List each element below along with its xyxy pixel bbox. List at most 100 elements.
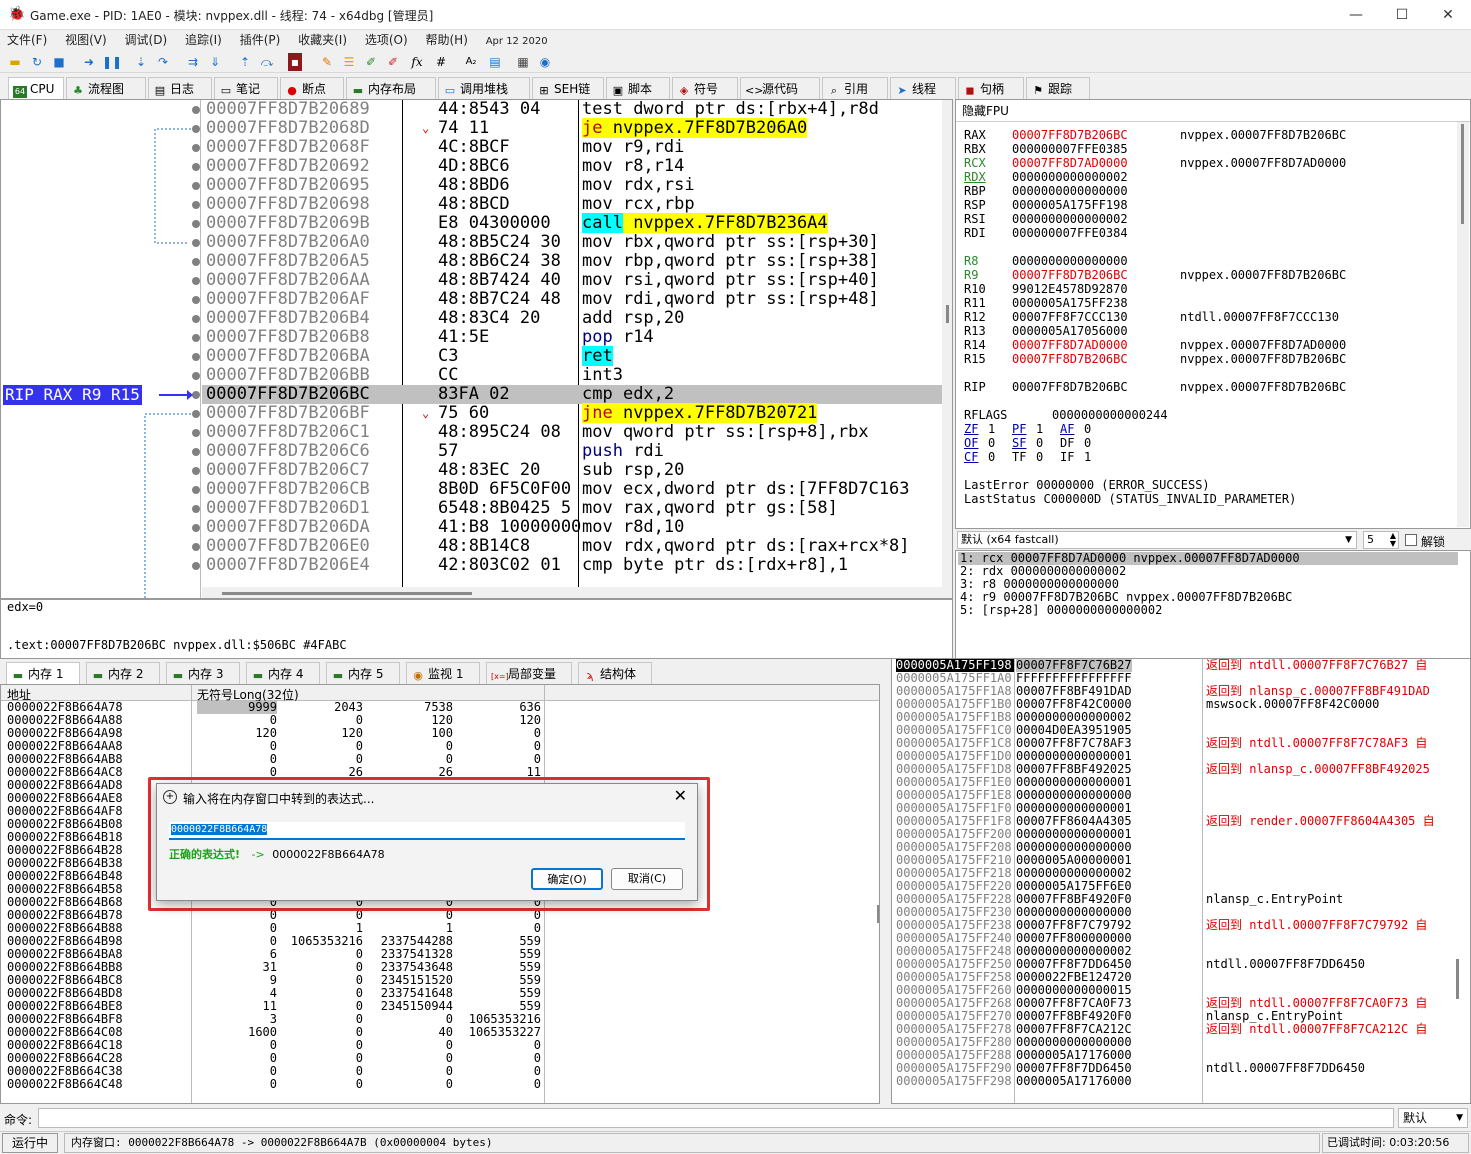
tab-memory-2[interactable]: ▬ 内存 2	[86, 662, 160, 684]
menu-trace[interactable]: 追踪(I)	[178, 30, 229, 50]
flag-name[interactable]: IF	[1060, 450, 1084, 464]
dump-row[interactable]: 0000022F8B664C28 0 0 0 0	[1, 1052, 879, 1065]
menu-favourites[interactable]: 收藏夹(I)	[291, 30, 354, 50]
stack-row[interactable]: 0000005A175FF210 0000005A00000001	[892, 854, 1470, 867]
tab-cpu[interactable]: 64 CPU	[8, 77, 64, 99]
disasm-row[interactable]: 00007FF8D7B206E4 42:803C02 01 cmp byte ptr…	[202, 556, 942, 575]
tab-source[interactable]: <>源代码	[740, 77, 820, 99]
dump-row[interactable]: 0000022F8B664BE8 11 0 2345150944 559	[1, 1000, 879, 1013]
calling-convention-select[interactable]: 默认 (x64 fastcall) ▼	[957, 531, 1357, 549]
comments-icon[interactable]: ☰	[340, 53, 358, 71]
dialog-close-button[interactable]: ✕	[674, 786, 687, 805]
stack-row[interactable]: 0000005A175FF248 0000000000000002	[892, 945, 1470, 958]
dump-row[interactable]: 0000022F8B664C48 0 0 0 0	[1, 1078, 879, 1091]
stack-row[interactable]: 0000005A175FF228 00007FF8BF4920F0 nlansp_c…	[892, 893, 1470, 906]
tab-references[interactable]: ⌕ 引用	[822, 77, 888, 99]
disasm-row[interactable]: 00007FF8D7B2068F 4C:8BCF mov r9,rdi	[202, 138, 942, 157]
step-over-icon[interactable]: ↷	[154, 53, 172, 71]
stack-row[interactable]: 0000005A175FF250 00007FF8F7DD6450 ntdll.00…	[892, 958, 1470, 971]
pause-icon[interactable]: ❚❚	[102, 53, 122, 71]
register-row[interactable]: RSI 0000000000000002	[964, 212, 1180, 226]
stack-scrollbar[interactable]	[1456, 959, 1459, 999]
tab-breakpoints[interactable]: ● 断点	[280, 77, 344, 99]
flag-name[interactable]: OF	[964, 436, 988, 450]
flag-name[interactable]: AF	[1060, 422, 1084, 436]
disasm-row[interactable]: 00007FF8D7B206E0 48:8B14C8 mov rdx,qword p…	[202, 537, 942, 556]
flag-name[interactable]: ZF	[964, 422, 988, 436]
maximize-button[interactable]: ☐	[1379, 0, 1425, 30]
tab-threads[interactable]: ➤ 线程	[890, 77, 956, 99]
flag-name[interactable]: CF	[964, 450, 988, 464]
menu-view[interactable]: 视图(V)	[58, 30, 114, 50]
menu-debug[interactable]: 调试(D)	[118, 30, 175, 50]
strings-icon[interactable]: A₂	[462, 53, 480, 71]
disasm-row[interactable]: 00007FF8D7B206AA 48:8B7424 40 mov rsi,qwor…	[202, 271, 942, 290]
disasm-row[interactable]: 00007FF8D7B2068D ⌄ 74 11 je nvppex.7FF8D7B2…	[202, 118, 942, 138]
restart-icon[interactable]: ↻	[28, 53, 46, 71]
tab-callstack[interactable]: ▭ 调用堆栈	[438, 77, 530, 99]
trace-into-icon[interactable]: ⇉	[184, 53, 202, 71]
flag-name[interactable]: TF	[1012, 450, 1036, 464]
disasm-row[interactable]: 00007FF8D7B20689 44:8543 04 test dword ptr…	[202, 100, 942, 119]
disasm-row[interactable]: 00007FF8D7B206BA C3 ret	[202, 346, 942, 366]
registers-scrollbar[interactable]	[1457, 122, 1469, 527]
tab-handles[interactable]: ◼ 句柄	[958, 77, 1024, 99]
stack-row[interactable]: 0000005A175FF208 0000000000000000	[892, 841, 1470, 854]
stack-row[interactable]: 0000005A175FF1C8 00007FF8F7C78AF3 返回到 ntdl…	[892, 737, 1470, 750]
menu-options[interactable]: 选项(O)	[358, 30, 415, 50]
tab-memory-4[interactable]: ▬ 内存 4	[246, 662, 320, 684]
unlock-checkbox[interactable]	[1405, 534, 1417, 546]
disasm-row[interactable]: 00007FF8D7B206C1 48:895C24 08 mov qword pt…	[202, 423, 942, 442]
hash-icon[interactable]: #	[432, 53, 450, 71]
stack-row[interactable]: 0000005A175FF258 0000022FBE124720	[892, 971, 1470, 984]
disasm-row[interactable]: 00007FF8D7B206DA 41:B8 10000000 mov r8d,10	[202, 518, 942, 537]
tab-memory-3[interactable]: ▬ 内存 3	[166, 662, 240, 684]
register-row[interactable]: RCX 00007FF8D7AD0000 nvppex.00007FF8D7AD00…	[964, 156, 1346, 170]
tab-seh[interactable]: ⊞ SEH链	[532, 77, 604, 99]
disasm-row[interactable]: 00007FF8D7B20695 48:8BD6 mov rdx,rsi	[202, 176, 942, 195]
tab-symbols[interactable]: ◈ 符号	[672, 77, 738, 99]
disasm-row[interactable]: 00007FF8D7B206B4 48:83C4 20 add rsp,20	[202, 309, 942, 328]
argument-row[interactable]: 5: [rsp+28] 0000000000000002	[958, 604, 1458, 617]
scylla-icon[interactable]: ▪	[288, 53, 302, 71]
tab-log[interactable]: ▤ 日志	[148, 77, 212, 99]
stack-row[interactable]: 0000005A175FF200 0000000000000001	[892, 828, 1470, 841]
tab-notes[interactable]: ▭ 笔记	[214, 77, 278, 99]
command-input[interactable]	[38, 1108, 1394, 1128]
find-icon[interactable]: ▤	[486, 53, 504, 71]
stack-pane[interactable]: 0000005A175FF198 00007FF8F7C76B27 返回到 ntdl…	[891, 658, 1471, 1104]
labels-icon[interactable]: ✐	[362, 53, 380, 71]
disasm-row[interactable]: 00007FF8D7B206BC 83FA 02 cmp edx,2	[202, 385, 942, 404]
stack-row[interactable]: 0000005A175FF1B8 0000000000000002	[892, 711, 1470, 724]
execute-till-return-icon[interactable]: ⇡	[236, 53, 254, 71]
disasm-row[interactable]: 00007FF8D7B206BB CC int3	[202, 366, 942, 385]
menu-plugins[interactable]: 插件(P)	[233, 30, 288, 50]
stack-row[interactable]: 0000005A175FF288 0000005A17176000	[892, 1049, 1470, 1062]
cancel-button[interactable]: 取消(C)	[611, 868, 683, 890]
run-icon[interactable]: ➜	[80, 53, 98, 71]
arg-count-spinner[interactable]: 5 ▲ ▼	[1363, 531, 1399, 549]
tab-script[interactable]: ▣ 脚本	[606, 77, 670, 99]
register-row[interactable]: R15 00007FF8D7B206BC nvppex.00007FF8D7B206…	[964, 352, 1346, 366]
disassembly-pane[interactable]: RIP RAX R9 R15 00007FF8D7B20689 44:8543 0…	[0, 99, 953, 599]
stack-row[interactable]: 0000005A175FF220 0000005A175FF6E0	[892, 880, 1470, 893]
disasm-row[interactable]: 00007FF8D7B206CB 8B0D 6F5C0F00 mov ecx,dwo…	[202, 480, 942, 499]
register-row[interactable]: R8 0000000000000000	[964, 254, 1180, 268]
calculator-icon[interactable]: ▦	[514, 53, 532, 71]
dump-row[interactable]: 0000022F8B664C08 1600 0 40 1065353227	[1, 1026, 879, 1039]
disasm-row[interactable]: 00007FF8D7B206A0 48:8B5C24 30 mov rbx,qwor…	[202, 233, 942, 252]
stop-icon[interactable]: ■	[50, 53, 68, 71]
stack-row[interactable]: 0000005A175FF240 00007FF800000000	[892, 932, 1470, 945]
tab-memory-1[interactable]: ▬ 内存 1	[6, 662, 80, 684]
stack-row[interactable]: 0000005A175FF1E8 0000000000000000	[892, 789, 1470, 802]
flag-name[interactable]: PF	[1012, 422, 1036, 436]
register-row[interactable]: R9 00007FF8D7B206BC nvppex.00007FF8D7B206B…	[964, 268, 1346, 282]
dump-row[interactable]: 0000022F8B664C38 0 0 0 0	[1, 1065, 879, 1078]
stack-row[interactable]: 0000005A175FF1F8 00007FF8604A4305 返回到 rend…	[892, 815, 1470, 828]
register-row[interactable]: RDI 000000007FFE0384	[964, 226, 1180, 240]
stack-row[interactable]: 0000005A175FF280 0000000000000000	[892, 1036, 1470, 1049]
hide-fpu-button[interactable]: 隐藏FPU	[956, 100, 1470, 122]
stack-row[interactable]: 0000005A175FF1E0 0000000000000001	[892, 776, 1470, 789]
register-row[interactable]: RAX 00007FF8D7B206BC nvppex.00007FF8D7B206…	[964, 128, 1346, 142]
stack-row[interactable]: 0000005A175FF1B0 00007FF8F42C0000 mswsock.…	[892, 698, 1470, 711]
